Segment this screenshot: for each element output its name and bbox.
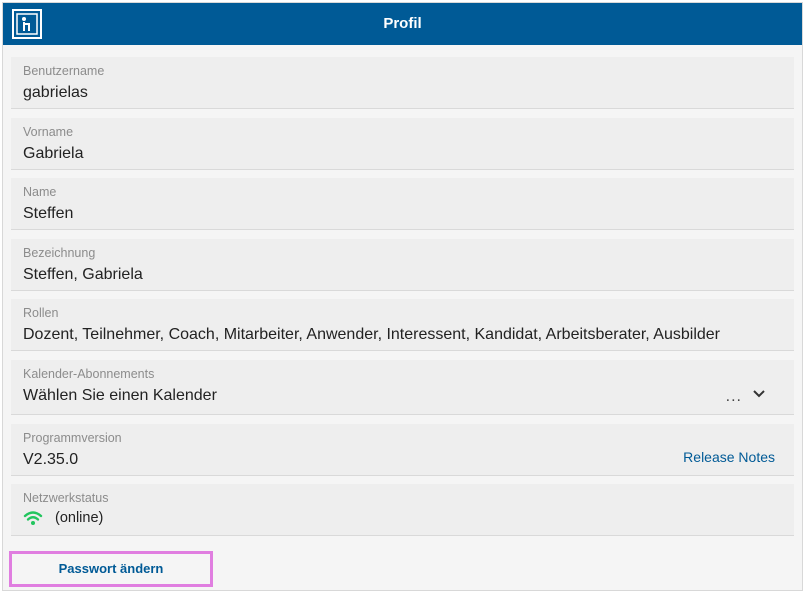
version-label: Programmversion <box>23 431 122 445</box>
field-roles[interactable]: Rollen Dozent, Teilnehmer, Coach, Mitarb… <box>11 299 794 351</box>
network-label: Netzwerkstatus <box>23 491 109 505</box>
release-notes-link[interactable]: Release Notes <box>683 449 775 465</box>
firstname-label: Vorname <box>23 125 74 139</box>
username-value: gabrielas <box>23 84 88 101</box>
designation-value: Steffen, Gabriela <box>23 266 143 283</box>
field-network: Netzwerkstatus (online) <box>11 484 794 536</box>
calendar-placeholder: Wählen Sie einen Kalender <box>23 387 217 404</box>
chevron-down-icon[interactable] <box>752 389 766 399</box>
roles-value: Dozent, Teilnehmer, Coach, Mitarbeiter, … <box>23 326 720 343</box>
field-version: Programmversion V2.35.0 Release Notes <box>11 424 794 476</box>
lastname-label: Name <box>23 185 57 199</box>
page-title: Profil <box>383 15 422 32</box>
calendar-select[interactable]: Kalender-Abonnements Wählen Sie einen Ka… <box>11 360 794 415</box>
roles-label: Rollen <box>23 306 59 320</box>
wifi-icon <box>23 511 43 525</box>
change-password-button[interactable]: Passwort ändern <box>9 551 213 587</box>
calendar-label: Kalender-Abonnements <box>23 367 155 381</box>
firstname-value: Gabriela <box>23 145 84 162</box>
more-options[interactable]: ... <box>726 388 742 406</box>
field-lastname[interactable]: Name Steffen <box>11 178 794 230</box>
field-designation[interactable]: Bezeichnung Steffen, Gabriela <box>11 239 794 291</box>
designation-label: Bezeichnung <box>23 246 96 260</box>
field-firstname[interactable]: Vorname Gabriela <box>11 118 794 170</box>
username-label: Benutzername <box>23 64 105 78</box>
header-bar: Profil <box>3 3 802 45</box>
network-status-value: (online) <box>55 510 104 526</box>
lastname-value: Steffen <box>23 205 74 222</box>
version-value: V2.35.0 <box>23 451 79 468</box>
field-username[interactable]: Benutzername gabrielas <box>11 57 794 109</box>
profile-window: Profil Benutzername gabrielas Vorname Ga… <box>2 2 803 591</box>
